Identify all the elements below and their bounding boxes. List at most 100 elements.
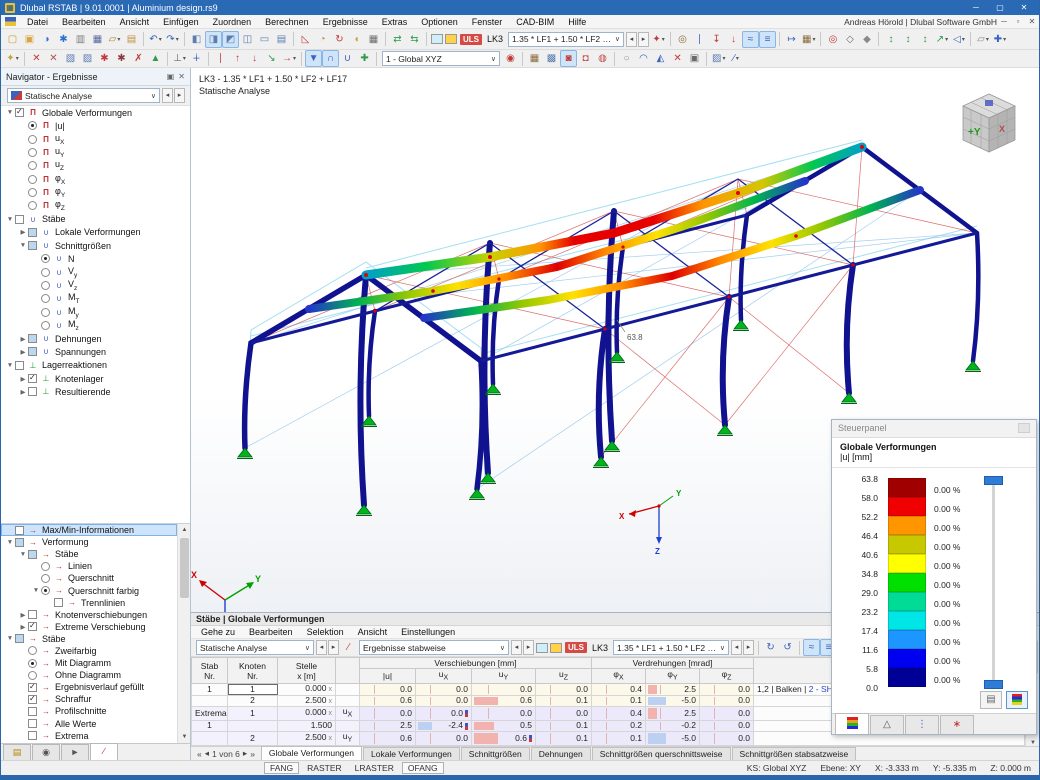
table-menu-einstellungen[interactable]: Einstellungen [394, 625, 462, 639]
expander-icon[interactable]: ▶ [18, 335, 28, 343]
checkbox[interactable] [28, 374, 37, 383]
results-nav-item-lokale-verformungen[interactable]: ▶∪Lokale Verformungen [1, 226, 190, 239]
radio-button[interactable] [28, 135, 37, 144]
prev-loadcase-button[interactable]: ◂ [511, 640, 522, 655]
prev-page-button[interactable]: ◂ [205, 748, 209, 759]
radio-button[interactable] [41, 281, 50, 290]
table-tab-schnittgrößen-querschnittsweise[interactable]: Schnittgrößen querschnittsweise [592, 747, 731, 760]
scroll-up-icon[interactable]: ▲ [178, 524, 191, 536]
load-up-icon[interactable]: ↑ [229, 50, 246, 67]
radio-button[interactable] [28, 148, 37, 157]
checkbox[interactable] [15, 361, 24, 370]
display-nav-item-querschnitt-farbig[interactable]: ▼→Querschnitt farbig [1, 584, 177, 596]
scale-slider-track[interactable] [992, 478, 995, 687]
column-header-stab[interactable]: StabNr. [192, 658, 228, 684]
column-header-ux[interactable]: uX [416, 669, 472, 684]
mirror-view-icon[interactable]: ◁▾ [950, 31, 967, 48]
column-header-x[interactable]: φX [592, 669, 646, 684]
comment-icon[interactable]: ◖ [348, 31, 365, 48]
scale-slider-handle-top[interactable] [984, 476, 1003, 485]
navigator-close-button[interactable]: ✕ [178, 72, 185, 81]
set-members-icon[interactable]: ∣ [691, 31, 708, 48]
imperfections-icon[interactable]: →▾ [280, 50, 298, 67]
results-nav-item-stäbe[interactable]: ▼∪Stäbe [1, 212, 190, 225]
view-z-icon[interactable]: ↕ [916, 31, 933, 48]
cell-node-no[interactable]: 2 [228, 695, 278, 707]
cell-node-no[interactable]: 2 [228, 731, 278, 745]
radio-button[interactable] [28, 121, 37, 130]
release-icon[interactable]: ∔ [188, 50, 205, 67]
checkbox[interactable] [28, 695, 37, 704]
history-clock-icon[interactable]: ◔ [314, 31, 331, 48]
checkbox[interactable] [28, 334, 37, 343]
menu-datei[interactable]: Datei [20, 17, 55, 27]
views-camera-tab[interactable]: ► [61, 744, 89, 760]
results-nav-item-z[interactable]: ΠφZ [1, 199, 190, 212]
display-nav-item-extrema[interactable]: →Extrema [1, 730, 177, 742]
next-loadcase-button[interactable]: ▸ [523, 640, 534, 655]
table-chip-yellow[interactable] [550, 643, 562, 653]
display-nav-item-stäbe[interactable]: ▼→Stäbe [1, 548, 177, 560]
table-menu-ansicht[interactable]: Ansicht [351, 625, 395, 639]
prev-loadcase-button[interactable]: ◂ [626, 32, 637, 47]
menu-ergebnisse[interactable]: Ergebnisse [316, 17, 375, 27]
panel-tab-factors[interactable]: △ [870, 715, 904, 734]
snap-toggle-ofang[interactable]: OFANG [402, 762, 444, 774]
expander-icon[interactable]: ▼ [18, 242, 28, 249]
sync-view-icon[interactable]: ↺ [779, 639, 796, 656]
cell-node-no[interactable]: 1 [228, 684, 278, 696]
radio-button[interactable] [41, 294, 50, 303]
column-header-stelle[interactable]: Stellex [m] [278, 658, 336, 684]
checkbox[interactable] [28, 683, 37, 692]
cell-node-no[interactable]: 1 [228, 707, 278, 721]
navigator-float-button[interactable]: ▣ [167, 72, 175, 81]
import-icon[interactable]: ◑ [38, 31, 55, 48]
display-nav-item-zweifarbig[interactable]: →Zweifarbig [1, 645, 177, 657]
expander-icon[interactable]: ▼ [31, 587, 41, 594]
checkbox[interactable] [15, 108, 24, 117]
load-transfer-icon[interactable]: ⇆ [406, 31, 423, 48]
favorites-icon[interactable]: ✦▾ [4, 50, 21, 67]
next-page-button[interactable]: ▸ [243, 748, 247, 759]
node-loads-icon[interactable]: ↓ [725, 31, 742, 48]
snap-ortho-icon[interactable]: ✱ [113, 50, 130, 67]
view-y-icon[interactable]: ↕ [899, 31, 916, 48]
delete-results-icon[interactable]: ✕ [669, 50, 686, 67]
tree-scrollbar[interactable]: ▲ ▼ [177, 524, 190, 743]
results-nav-item-dehnungen[interactable]: ▶∪Dehnungen [1, 332, 190, 345]
display-nav-item-alle-werte[interactable]: →Alle Werte [1, 718, 177, 730]
view-iso-icon[interactable]: ↗▾ [933, 31, 950, 48]
radio-button[interactable] [28, 175, 37, 184]
table-load-combo[interactable]: 1.35 * LF1 + 1.50 * LF2 + LF...∨ [613, 640, 729, 655]
display-nav-item-max-min-informationen[interactable]: →Max/Min-Informationen [1, 524, 177, 536]
results-flag-icon[interactable]: ✦▾ [650, 31, 667, 48]
open-file-icon[interactable]: ▣ [21, 31, 38, 48]
options-gear-icon[interactable]: ✱ [55, 31, 72, 48]
expander-icon[interactable]: ▶ [18, 388, 28, 396]
prev-loadcase-button[interactable]: ◂ [316, 640, 327, 655]
render-solid-icon[interactable]: ◘ [577, 50, 594, 67]
panel-color-settings-button[interactable] [1006, 691, 1028, 709]
grid-table-icon[interactable]: ▦ [365, 31, 382, 48]
radio-button[interactable] [41, 268, 50, 277]
table-menu-selektion[interactable]: Selektion [300, 625, 351, 639]
display-nav-item-ergebnisverlauf-gefüllt[interactable]: →Ergebnisverlauf gefüllt [1, 681, 177, 693]
select-layer-icon[interactable]: ▧ [62, 50, 79, 67]
rotate-view-icon[interactable]: ◠ [635, 50, 652, 67]
table-tab-globale-verformungen[interactable]: Globale Verformungen [261, 746, 362, 760]
copy-view-icon[interactable]: ▱▾ [974, 31, 991, 48]
expander-icon[interactable]: ▼ [5, 216, 15, 223]
visibility-icon[interactable]: ∪ [339, 50, 356, 67]
close-button[interactable]: ✕ [1013, 1, 1035, 14]
column-header-z[interactable]: φZ [700, 669, 754, 684]
results-nav-item-v-z[interactable]: ∪Vz [1, 279, 190, 292]
expander-icon[interactable]: ▶ [18, 348, 28, 356]
checkbox[interactable] [28, 387, 37, 396]
radio-button[interactable] [41, 308, 50, 317]
radio-button[interactable] [41, 321, 50, 330]
last-page-button[interactable]: » [250, 749, 255, 759]
checkbox[interactable] [15, 526, 24, 535]
print-icon[interactable]: ▥ [72, 31, 89, 48]
doc-restore-button[interactable]: ▫ [1011, 17, 1025, 26]
load-down-icon[interactable]: ↓ [246, 50, 263, 67]
